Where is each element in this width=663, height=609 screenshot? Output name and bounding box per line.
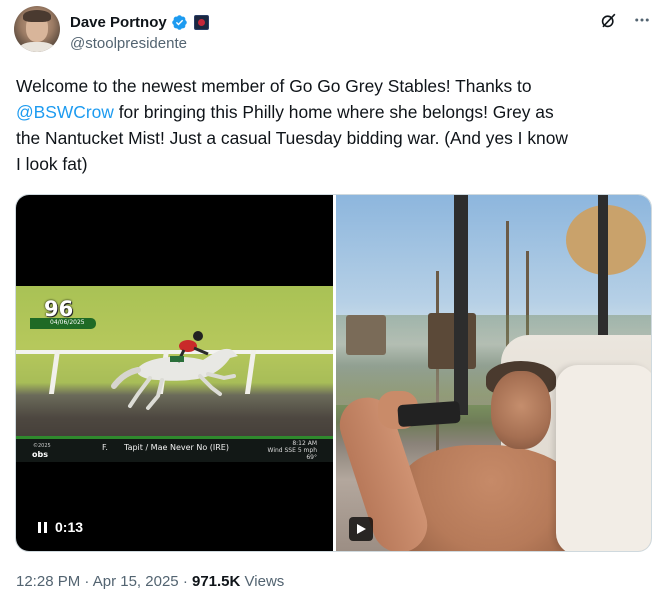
phone [397,400,461,428]
copyright-text: ©2025 [33,443,51,449]
tweet-text-line: @BSWCrow for bringing this Philly home w… [16,99,656,125]
wind-info: Wind SSE 5 mph [267,447,317,454]
author-display-name[interactable]: Dave Portnoy [70,14,167,31]
tweet-text-line: Welcome to the newest member of Go Go Gr… [16,76,532,96]
author-handle[interactable]: @stoolpresidente [70,35,187,52]
race-video[interactable]: 96 04/06/2025 ©2025 obs F. Tapit / Mae N… [16,195,333,551]
separator: · [182,573,192,590]
more-options-icon[interactable] [632,10,652,30]
network-logo: obs [32,450,48,459]
horse-pedigree: Tapit / Mae Never No (IRE) [124,443,229,452]
video-elapsed: 0:13 [55,519,84,535]
mention-link[interactable]: @BSWCrow [16,102,114,122]
race-date: 04/06/2025 [50,319,85,326]
affiliate-badge-icon[interactable] [193,14,209,30]
tweet-text-fragment: for bringing this Philly home where she … [113,102,554,122]
race-video-frame: 96 04/06/2025 ©2025 obs F. Tapit / Mae N… [16,286,333,462]
tweet-text-line: the Nantucket Mist! Just a casual Tuesda… [16,128,568,148]
media-grid: 96 04/06/2025 ©2025 obs F. Tapit / Mae N… [15,194,652,552]
play-icon[interactable] [349,517,373,541]
speed-score: 96 [44,297,74,321]
clock-time: 8:12 AM [292,440,317,447]
horse-image [111,331,238,410]
horse-sex: F. [102,443,108,452]
verified-badge-icon [171,14,187,30]
separator: · [84,573,93,590]
tweet-header: Dave Portnoy @stoolpresidente [14,6,654,56]
tweet-date[interactable]: Apr 15, 2025 [93,573,179,590]
temperature: 69° [306,454,317,461]
grok-icon[interactable] [598,10,618,30]
pause-icon[interactable] [38,521,47,533]
race-conditions: 8:12 AM Wind SSE 5 mph 69° [268,440,317,461]
avatar[interactable] [14,6,60,52]
views-label: Views [244,573,285,590]
tweet-time[interactable]: 12:28 PM [16,573,80,590]
author-name-row: Dave Portnoy [70,11,209,33]
video-timer[interactable]: 0:13 [38,519,83,535]
tweet-metadata: 12:28 PM · Apr 15, 2025 · 971.5K Views [16,573,284,590]
speed-score-badge: 96 04/06/2025 [30,296,96,329]
views-count[interactable]: 971.5K [192,573,240,590]
tweet-text-line: I look fat) [16,154,88,174]
couch-photo[interactable] [336,195,651,551]
tweet-text: Welcome to the newest member of Go Go Gr… [16,73,656,177]
sofa-cushion [556,365,651,551]
tweet-actions [598,10,652,30]
